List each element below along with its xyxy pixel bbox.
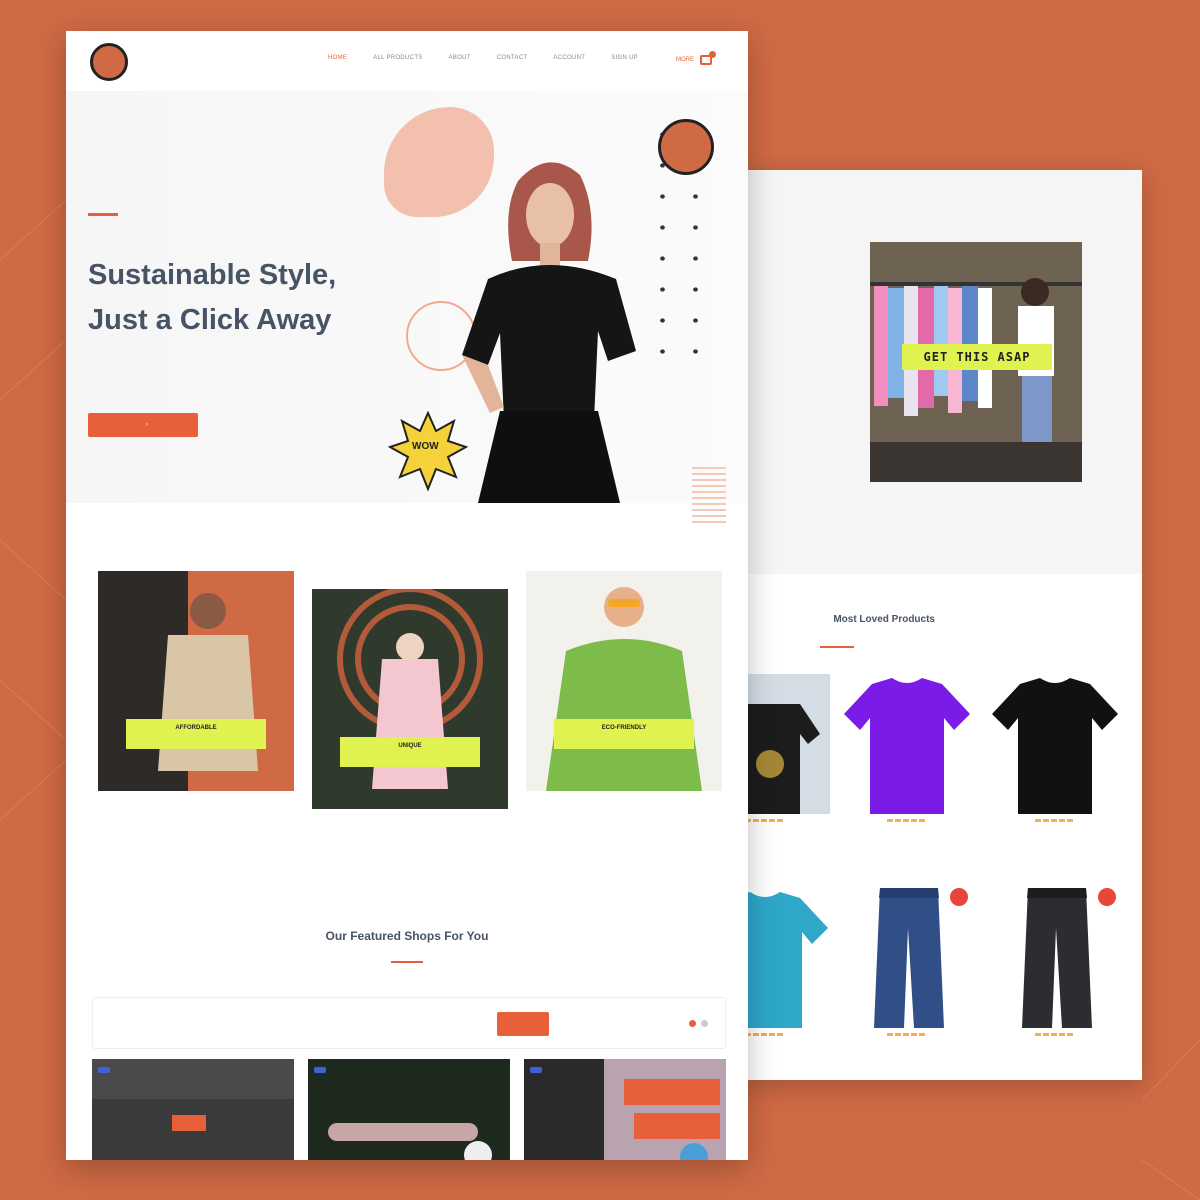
shop-tag (98, 1067, 110, 1073)
product-card[interactable] (990, 888, 1120, 1041)
shop-tag (530, 1067, 542, 1073)
title-underline (391, 961, 423, 963)
grid-view-icon[interactable] (689, 1020, 696, 1027)
product-image (740, 674, 830, 814)
featured-shops-title: Our Featured Shops For You (325, 929, 489, 943)
banner-tag: GET THIS ASAP (902, 344, 1052, 370)
hero-model-image (462, 162, 636, 503)
shop-card[interactable] (308, 1059, 510, 1160)
collection-caption: ECO-FRIENDLY (554, 719, 694, 749)
promo-banner: GET THIS ASAP (740, 170, 1142, 574)
shop-card[interactable] (524, 1059, 726, 1160)
product-card[interactable] (842, 888, 972, 1041)
hero-accent-line (88, 213, 118, 216)
filter-button-active[interactable] (497, 1012, 549, 1036)
product-image (990, 888, 1120, 1028)
shop-card[interactable] (92, 1059, 294, 1160)
rating-stars (745, 819, 785, 822)
collection-caption: UNIQUE (340, 737, 480, 767)
cart-count-dot (709, 51, 716, 58)
nav-link-home[interactable]: HOME (328, 55, 347, 61)
hero-section: WOW Sustainable Style, Just a Click Away… (66, 91, 748, 523)
product-image (740, 888, 830, 1028)
title-underline (820, 646, 854, 648)
brand-badge (658, 119, 714, 175)
collection-image: AFFORDABLE (98, 571, 294, 791)
homepage-screenshot: HOME ALL PRODUCTS ABOUT CONTACT ACCOUNT … (66, 31, 748, 1160)
product-page-screenshot: GET THIS ASAP Most Loved Products (740, 170, 1142, 1080)
product-card[interactable] (740, 674, 830, 827)
rating-stars (1035, 1033, 1075, 1036)
nav-link-account[interactable]: ACCOUNT (553, 55, 585, 61)
product-image (842, 888, 972, 1028)
shop-filter-bar (92, 997, 726, 1049)
hero-title: Sustainable Style, Just a Click Away (88, 253, 368, 343)
collection-caption: AFFORDABLE (126, 719, 266, 749)
wow-sticker-label: WOW (412, 441, 439, 452)
nav-link-all-products[interactable]: ALL PRODUCTS (373, 55, 422, 61)
shop-tag (314, 1067, 326, 1073)
logo[interactable] (90, 43, 128, 81)
product-image (842, 674, 972, 814)
collection-card-affordable[interactable]: AFFORDABLE (98, 571, 294, 805)
product-card[interactable] (990, 674, 1120, 827)
sale-badge (950, 888, 968, 906)
nav-link-contact[interactable]: CONTACT (497, 55, 528, 61)
hero-title-line-1: Sustainable Style, (88, 259, 337, 291)
rating-stars (1035, 819, 1075, 822)
product-card[interactable] (740, 888, 830, 1041)
product-card[interactable] (842, 674, 972, 827)
rating-stars (887, 819, 927, 822)
list-view-icon[interactable] (701, 1020, 708, 1027)
arrow-right-icon: › (146, 422, 148, 428)
nav-link-sign-up[interactable]: SIGN UP (611, 55, 638, 61)
loved-products-title: Most Loved Products (833, 614, 935, 625)
cart-icon[interactable] (700, 51, 716, 65)
collection-card-eco-friendly[interactable]: ECO-FRIENDLY (526, 571, 722, 805)
collection-image: UNIQUE (312, 589, 508, 809)
banner-image[interactable]: GET THIS ASAP (870, 242, 1082, 482)
hero-title-line-2: Just a Click Away (88, 304, 332, 336)
rating-stars (745, 1033, 785, 1036)
collection-image: ECO-FRIENDLY (526, 571, 722, 791)
product-image (990, 674, 1120, 814)
collection-card-unique[interactable]: UNIQUE (312, 571, 508, 809)
cart[interactable]: MORE (676, 51, 716, 65)
get-started-button[interactable]: › (88, 413, 198, 437)
nav-links: HOME ALL PRODUCTS ABOUT CONTACT ACCOUNT … (328, 55, 638, 61)
cart-label[interactable]: MORE (676, 57, 694, 63)
nav-link-about[interactable]: ABOUT (449, 55, 471, 61)
decorative-stripes (692, 463, 726, 523)
sale-badge (1098, 888, 1116, 906)
rating-stars (887, 1033, 927, 1036)
top-nav: HOME ALL PRODUCTS ABOUT CONTACT ACCOUNT … (66, 31, 748, 91)
